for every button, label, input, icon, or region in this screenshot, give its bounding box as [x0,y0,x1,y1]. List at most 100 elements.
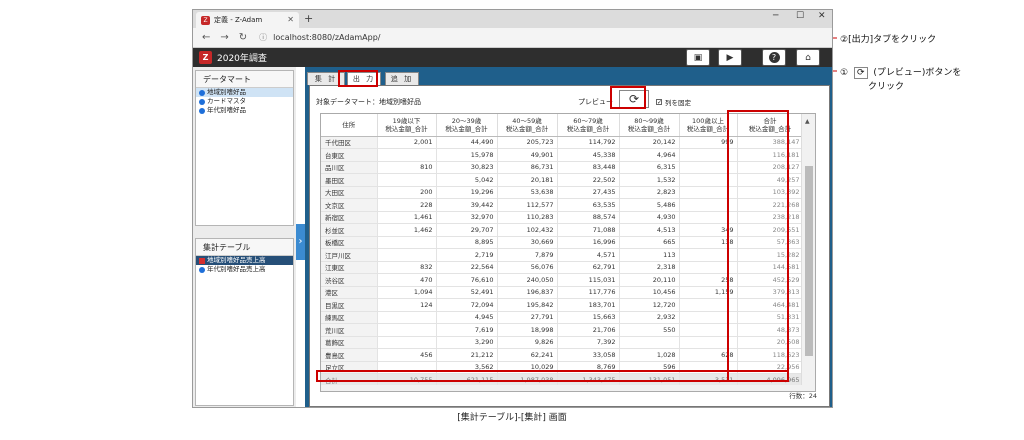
back-arrow-icon[interactable]: ← [202,32,210,43]
table-cell: 1,532 [619,173,680,187]
table-cell: 62,241 [497,348,558,362]
table-cell: 118,623 [737,348,804,362]
table-row: 江東区 832 22,564 56,076 62,791 2,318 144,581 [321,261,804,274]
table-cell: 20,110 [619,273,680,287]
table-cell [679,198,738,212]
vertical-scrollbar[interactable]: ▲ [801,114,815,391]
column-header[interactable]: 100歳以上 税込金額_合計 [679,114,738,137]
forward-arrow-icon[interactable]: → [220,32,228,43]
aggtable-title: 集計テーブル [196,239,293,256]
reload-icon[interactable]: ↻ [239,32,247,43]
fix-columns-toggle[interactable]: ✓ 列を固定 [656,97,691,107]
maximize-icon[interactable]: ☐ [796,11,804,21]
table-cell: 596 [619,361,680,374]
horizontal-scrollbar[interactable] [321,385,803,391]
aggtable-item[interactable]: 年代別嗜好品売上高 [196,265,293,274]
floppy-disk-icon: ▣ [693,52,703,63]
table-row: 葛飾区 3,290 9,826 7,392 20,508 [321,336,804,349]
window-close-icon[interactable]: ✕ [818,11,826,21]
preview-grid: 住所 19歳以下 税込金額_合計 20～39歳 税込金額_合計 40～59歳 税込金額… [320,113,816,392]
table-cell: 新宿区 [321,211,378,224]
run-button[interactable]: ▶ [718,49,742,66]
column-header[interactable]: 20～39歳 税込金額_合計 [436,114,498,137]
table-cell [679,261,738,274]
table-cell: 2,001 [377,136,437,149]
new-tab-button[interactable]: + [304,12,313,25]
table-cell: 240,050 [497,273,558,287]
table-cell [377,323,437,337]
browser-tab-title: 定義 - Z-Adam [214,16,263,24]
aggtable-item[interactable]: 地域別嗜好品売上高 [196,256,293,265]
table-cell: 5,042 [436,173,498,187]
table-marker-icon [199,257,205,264]
minimize-icon[interactable]: ─ [773,11,778,21]
table-row: 目黒区 124 72,094 195,842 183,701 12,720 464,481 [321,298,804,312]
save-button[interactable]: ▣ [686,49,710,66]
home-icon: ⌂ [805,52,811,63]
url-field[interactable]: ⓘ localhost:8080/zAdamApp/ [259,32,380,43]
datamart-item[interactable]: カードマスタ [196,97,293,106]
table-cell: 葛飾区 [321,336,378,349]
table-cell [377,173,437,187]
table-cell [377,311,437,324]
column-header[interactable]: 合計 税込金額_合計 [737,114,804,137]
table-cell: 200 [377,186,437,199]
table-cell: 千代田区 [321,136,378,149]
table-cell [377,148,437,162]
tab-output[interactable]: 出 力 [347,72,381,85]
table-cell: 江東区 [321,261,378,274]
table-row: 墨田区 5,042 20,181 22,502 1,532 49,257 [321,173,804,187]
table-cell: 209,551 [737,223,804,237]
column-header[interactable]: 80～99歳 税込金額_合計 [619,114,680,137]
table-cell: 19,296 [436,186,498,199]
table-cell: 228 [377,198,437,212]
home-button[interactable]: ⌂ [796,49,820,66]
table-cell: 57,363 [737,236,804,249]
table-cell: 550 [619,323,680,337]
table-cell: 72,094 [436,298,498,312]
column-header[interactable]: 40～59歳 税込金額_合計 [497,114,558,137]
close-tab-icon[interactable]: ✕ [287,15,294,24]
scroll-up-icon[interactable]: ▲ [805,118,810,125]
table-cell [377,361,437,374]
table-cell: 16,996 [557,236,620,249]
scroll-thumb[interactable] [805,166,813,356]
table-cell: 3,562 [436,361,498,374]
browser-tab[interactable]: Z 定義 - Z-Adam ✕ [196,12,299,28]
table-cell: 379,813 [737,286,804,299]
browser-tabstrip: Z 定義 - Z-Adam ✕ + ─ ☐ ✕ [193,10,832,28]
column-header[interactable]: 60～79歳 税込金額_合計 [557,114,620,137]
table-cell: 1,028 [619,348,680,362]
column-header[interactable]: 19歳以下 税込金額_合計 [377,114,437,137]
table-cell [377,236,437,249]
table-row: 文京区 228 39,442 112,577 63,535 5,486 221,268 [321,198,804,212]
table-cell: 388,147 [737,136,804,149]
tab-add[interactable]: 追 加 [385,72,419,85]
target-datamart-label: 対象データマート：地域別嗜好品 [316,98,421,106]
datamart-item[interactable]: 地域別嗜好品 [196,88,293,97]
table-cell: 452,529 [737,273,804,287]
refresh-icon: ⟳ [853,67,868,79]
table-cell: 221,268 [737,198,804,212]
table-cell: 10,029 [497,361,558,374]
column-header[interactable]: 住所 [321,114,378,137]
table-cell: 20,181 [497,173,558,187]
table-cell: 10,456 [619,286,680,299]
expand-panel-chevron-icon[interactable]: › [296,224,305,260]
table-cell: 板橋区 [321,236,378,249]
table-row: 渋谷区 470 76,610 240,050 115,031 20,110 258 452,5… [321,273,804,287]
table-cell: 墨田区 [321,173,378,187]
table-cell: 江戸川区 [321,248,378,262]
datamart-panel: データマート 地域別嗜好品 カードマスタ 年代別嗜好品 [195,70,294,226]
output-panel: 対象データマート：地域別嗜好品 プレビュー ⟳ ✓ 列を固定 住所 19歳以下 税込… [309,85,830,407]
table-cell [679,336,738,349]
preview-button[interactable]: ⟳ [619,90,649,108]
datamart-item[interactable]: 年代別嗜好品 [196,106,293,115]
aggtable-panel: 集計テーブル 地域別嗜好品売上高 年代別嗜好品売上高 [195,238,294,406]
table-cell: 112,577 [497,198,558,212]
main-area: 集 計 出 力 追 加 対象データマート：地域別嗜好品 プレビュー ⟳ ✓ 列を固… [305,67,832,407]
table-cell: 目黒区 [321,298,378,312]
table-cell: 4,513 [619,223,680,237]
tab-aggregate[interactable]: 集 計 [307,72,345,85]
help-button[interactable]: ? [762,49,786,66]
